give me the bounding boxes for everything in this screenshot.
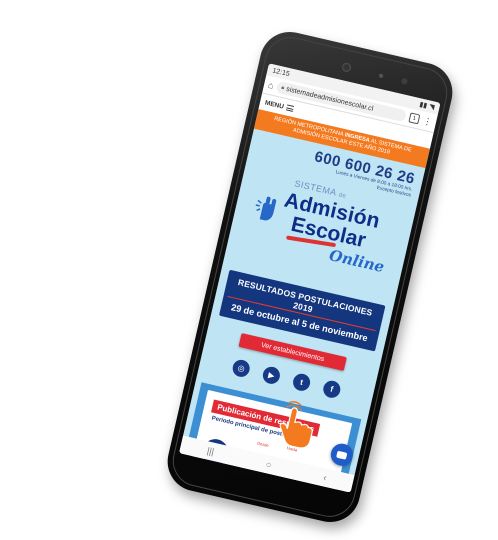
chat-icon (336, 450, 348, 460)
hamburger-icon[interactable] (286, 103, 295, 113)
back-icon[interactable]: ‹ (322, 472, 327, 482)
sensor-icon (378, 73, 384, 79)
home-nav-icon[interactable]: ○ (265, 459, 273, 470)
menu-label: MENU (264, 99, 285, 111)
facebook-icon[interactable]: f (321, 379, 342, 400)
home-icon[interactable]: ⌂ (267, 80, 275, 91)
flash-icon (400, 77, 409, 85)
instagram-icon[interactable]: ◎ (230, 358, 252, 380)
publication-desde: Desde (256, 440, 270, 449)
raised-hand-icon (255, 197, 277, 222)
recents-icon[interactable]: ||| (206, 445, 215, 456)
youtube-icon[interactable]: ▶ (261, 365, 282, 386)
twitter-icon[interactable]: t (291, 372, 312, 393)
tabs-icon[interactable]: 1 (408, 112, 421, 125)
tab-count: 1 (412, 115, 417, 122)
camera-icon (341, 61, 352, 73)
lock-icon: 🔒︎ (280, 84, 286, 91)
more-options-icon[interactable]: ⋮ (422, 115, 433, 127)
